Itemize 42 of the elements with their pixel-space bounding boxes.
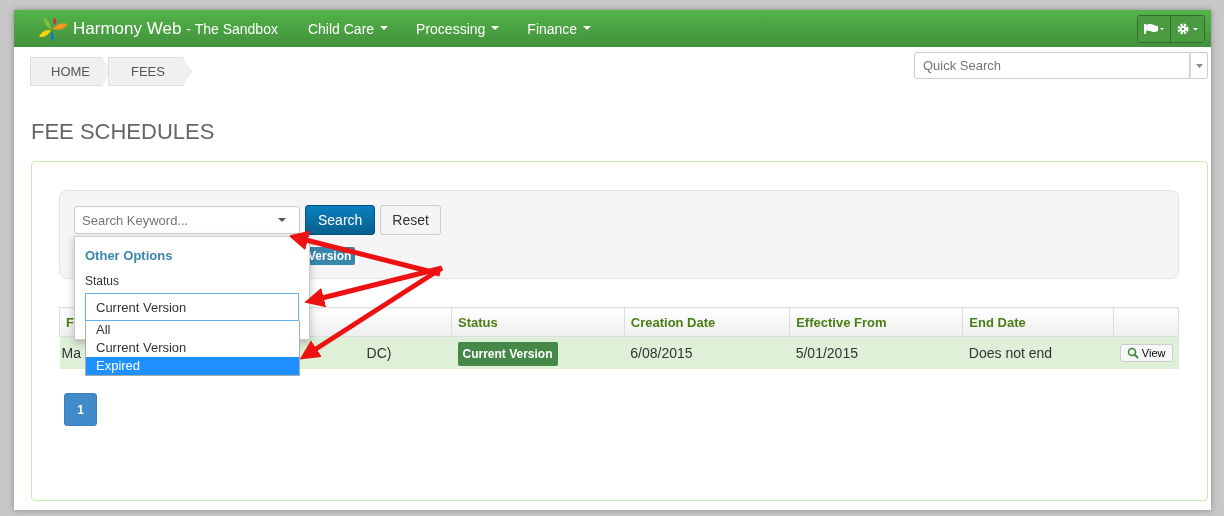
status-option[interactable]: Current Version — [86, 339, 299, 357]
table-cell: 5/01/2015 — [789, 336, 963, 369]
caret-icon — [491, 26, 500, 31]
table-cell: Does not end — [962, 336, 1114, 369]
caret-icon — [380, 26, 389, 31]
field-label: Status — [85, 274, 121, 288]
status-badge: Current Version — [457, 342, 558, 366]
column-header: Creation Date — [624, 307, 790, 337]
settings-menu-button[interactable] — [1171, 15, 1204, 42]
leaf-logo-icon — [38, 14, 68, 43]
nav-menu[interactable]: Child Care — [307, 20, 389, 37]
nav-menu[interactable]: Processing — [416, 20, 500, 37]
column-header: Status — [451, 307, 625, 337]
caret-icon — [1195, 63, 1203, 68]
search-icon — [1126, 347, 1139, 359]
app-subtitle: - The Sandbox — [186, 20, 278, 37]
dropdown-heading: Other Options — [85, 248, 174, 263]
caret-icon — [278, 218, 286, 223]
table-cell: Ma — [61, 345, 81, 361]
column-header: Effective From — [789, 307, 963, 337]
breadcrumb-link[interactable]: HOME — [30, 57, 111, 86]
status-option[interactable]: Expired — [86, 357, 299, 375]
app-title[interactable]: Harmony Web — [73, 18, 182, 39]
keyword-search-field[interactable]: Search Keyword... — [74, 206, 300, 234]
table-cell: 6/08/2015 — [624, 336, 790, 369]
table-cell: DC) — [366, 345, 392, 361]
gear-icon — [1176, 22, 1199, 35]
status-select[interactable]: Current Version — [85, 293, 299, 321]
column-header: End Date — [962, 307, 1114, 337]
nav-menu[interactable]: Finance — [527, 20, 592, 37]
search-button[interactable]: Search — [305, 205, 376, 235]
quick-search-field[interactable]: Quick Search — [914, 52, 1190, 79]
flag-icon — [1144, 23, 1164, 34]
reset-button[interactable]: Reset — [380, 205, 441, 235]
quick-search-toggle[interactable] — [1190, 52, 1208, 79]
flag-menu-button[interactable] — [1138, 15, 1171, 42]
page-button[interactable]: 1 — [64, 393, 97, 426]
page-title: FEE SCHEDULES — [31, 119, 216, 145]
view-button[interactable]: View — [1119, 344, 1173, 362]
status-option[interactable]: All — [86, 321, 299, 339]
caret-icon — [583, 26, 592, 31]
breadcrumb-link[interactable]: FEES — [108, 57, 192, 86]
